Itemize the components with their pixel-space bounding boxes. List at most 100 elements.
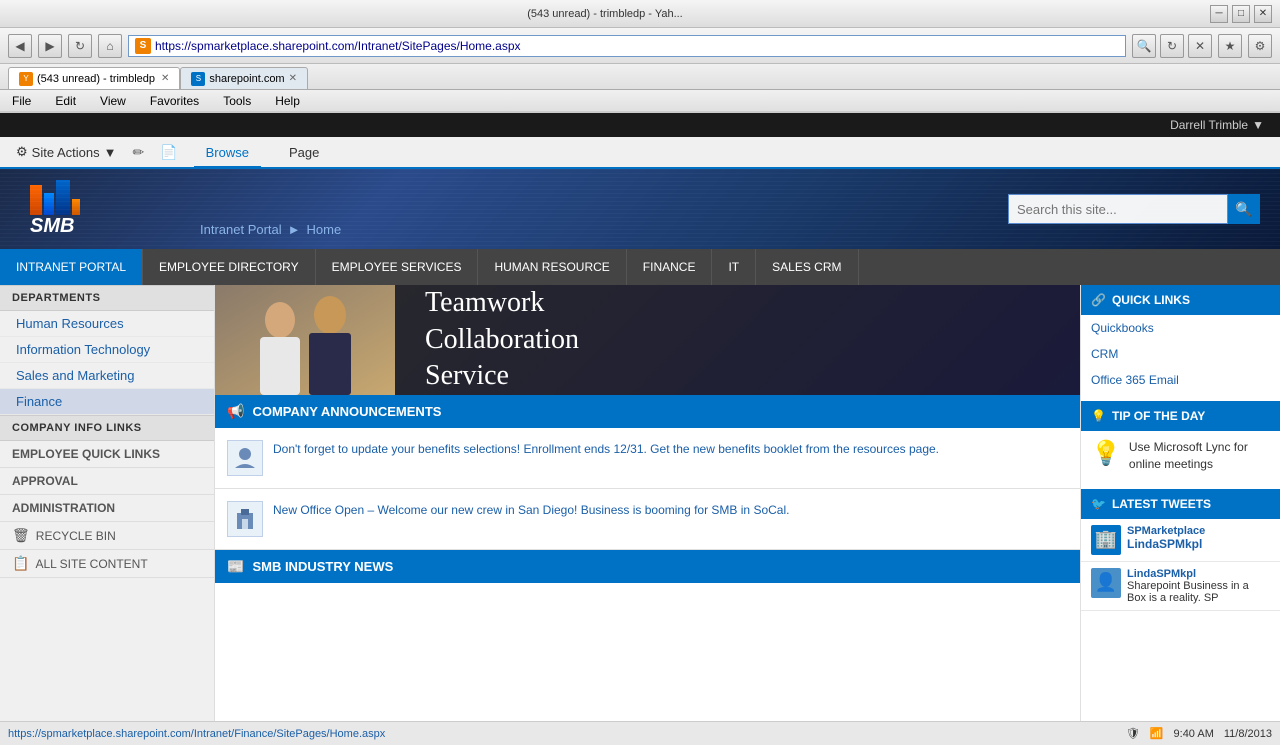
sp-right-panel: 🔗 QUICK LINKS Quickbooks CRM Office 365 … (1080, 285, 1280, 721)
sidebar-human-resources[interactable]: Human Resources (0, 311, 214, 337)
announcement-item-2: New Office Open – Welcome our new crew i… (215, 489, 1080, 550)
tip-text: Use Microsoft Lync for online meetings (1129, 439, 1270, 473)
close-button[interactable]: ✕ (1254, 5, 1272, 23)
tweet-account-2: LindaSPMkpl (1127, 568, 1270, 580)
tip-icon: 💡 (1091, 409, 1106, 423)
employee-quick-links-item[interactable]: EMPLOYEE QUICK LINKS (0, 441, 214, 468)
tweets-icon: 🐦 (1091, 497, 1106, 511)
tweets-label: LATEST TWEETS (1112, 497, 1211, 511)
announcement-icon-1 (227, 440, 263, 476)
building-icon (233, 507, 257, 531)
browser-tab-yahoo[interactable]: Y (543 unread) - trimbledp - Yah... ✕ (8, 67, 180, 89)
menu-view[interactable]: View (96, 92, 130, 110)
hero-banner: Teamwork Collaboration Service (215, 285, 1080, 395)
tweet-item-2: 👤 LindaSPMkpl Sharepoint Business in a B… (1081, 562, 1280, 611)
crm-link[interactable]: CRM (1081, 341, 1280, 367)
favorites-star[interactable]: ★ (1218, 34, 1242, 58)
all-site-content-label: ALL SITE CONTENT (35, 557, 147, 571)
quickbooks-link[interactable]: Quickbooks (1081, 315, 1280, 341)
tab-close-yahoo[interactable]: ✕ (161, 73, 169, 84)
announcements-icon: 📢 (227, 403, 244, 420)
administration-item[interactable]: ADMINISTRATION (0, 495, 214, 522)
breadcrumb: Intranet Portal ► Home (200, 222, 341, 237)
nav-item-intranet-portal[interactable]: INTRANET PORTAL (0, 249, 143, 285)
nav-item-it[interactable]: IT (712, 249, 756, 285)
tools-icon[interactable]: ⚙ (1248, 34, 1272, 58)
nav-item-finance[interactable]: FINANCE (627, 249, 713, 285)
restore-button[interactable]: □ (1232, 5, 1250, 23)
sp-header: SMB Intranet Portal ► Home 🔍 (0, 169, 1280, 249)
tweets-header: 🐦 LATEST TWEETS (1081, 489, 1280, 519)
ribbon-browse[interactable]: Browse (194, 139, 261, 168)
tweet-content-2: LindaSPMkpl Sharepoint Business in a Box… (1127, 568, 1270, 604)
all-site-content-item[interactable]: 📋 ALL SITE CONTENT (0, 550, 214, 578)
browser-nav-bar: ◀ ▶ ↻ ⌂ S https://spmarketplace.sharepoi… (0, 28, 1280, 64)
recycle-bin-item[interactable]: 🗑 RECYCLE BIN (0, 522, 214, 550)
user-dropdown-arrow[interactable]: ▼ (1252, 118, 1264, 132)
site-actions-arrow: ▼ (104, 145, 117, 160)
hero-image (215, 285, 395, 395)
announcement-text-1: Don't forget to update your benefits sel… (273, 440, 939, 458)
menu-tools[interactable]: Tools (219, 92, 255, 110)
news-icon: 📰 (227, 558, 244, 575)
announcement-text-2: New Office Open – Welcome our new crew i… (273, 501, 789, 519)
search-icon[interactable]: 🔍 (1132, 34, 1156, 58)
date-display: 11/8/2013 (1224, 728, 1272, 740)
menu-edit[interactable]: Edit (51, 92, 80, 110)
announcements-label: COMPANY ANNOUNCEMENTS (252, 404, 441, 419)
tweet-item-1: 🏢 SPMarketplace LindaSPMkpl (1081, 519, 1280, 562)
home-button[interactable]: ⌂ (98, 34, 122, 58)
sharepoint-container: Darrell Trimble ▼ ⚙ Site Actions ▼ ✏ 📄 B… (0, 113, 1280, 721)
status-right: 🛡 📶 9:40 AM 11/8/2013 (1126, 727, 1272, 740)
site-actions-icon: ⚙ (16, 144, 28, 160)
site-actions-button[interactable]: ⚙ Site Actions ▼ (16, 144, 116, 160)
nav-item-human-resource[interactable]: HUMAN RESOURCE (478, 249, 626, 285)
edit-icon[interactable]: ✏ (132, 144, 144, 161)
menu-favorites[interactable]: Favorites (146, 92, 203, 110)
breadcrumb-current: Home (307, 222, 342, 237)
breadcrumb-separator: ► (288, 222, 301, 237)
minimize-button[interactable]: ─ (1210, 5, 1228, 23)
hero-title: Teamwork Collaboration Service (425, 285, 579, 394)
forward-button[interactable]: ▶ (38, 34, 62, 58)
menu-help[interactable]: Help (271, 92, 304, 110)
tab-close-sp[interactable]: ✕ (289, 73, 297, 84)
nav-item-employee-directory[interactable]: EMPLOYEE DIRECTORY (143, 249, 316, 285)
company-info-header: COMPANY INFO LINKS (0, 415, 214, 441)
sp-nav: INTRANET PORTAL EMPLOYEE DIRECTORY EMPLO… (0, 249, 1280, 285)
menu-file[interactable]: File (8, 92, 35, 110)
sp-top-bar: Darrell Trimble ▼ (0, 113, 1280, 137)
sp-logo: SMB (20, 179, 90, 239)
back-button[interactable]: ◀ (8, 34, 32, 58)
smb-logo-text: SMB (30, 215, 80, 238)
tip-box: 💡 Use Microsoft Lync for online meetings (1081, 431, 1280, 481)
nav-item-employee-services[interactable]: EMPLOYEE SERVICES (316, 249, 479, 285)
sidebar-information-technology[interactable]: Information Technology (0, 337, 214, 363)
tabs-bar: Y (543 unread) - trimbledp - Yah... ✕ S … (0, 64, 1280, 90)
search-input[interactable] (1008, 194, 1228, 224)
all-site-content-icon: 📋 (12, 555, 29, 572)
refresh-icon[interactable]: ↻ (1160, 34, 1184, 58)
announcements-header: 📢 COMPANY ANNOUNCEMENTS (215, 395, 1080, 428)
office365-link[interactable]: Office 365 Email (1081, 367, 1280, 393)
tab-favicon-sp: S (191, 72, 205, 86)
hero-line2: Collaboration (425, 322, 579, 358)
search-button[interactable]: 🔍 (1228, 194, 1260, 224)
breadcrumb-portal-link[interactable]: Intranet Portal (200, 222, 282, 237)
approval-item[interactable]: APPROVAL (0, 468, 214, 495)
sidebar-finance[interactable]: Finance (0, 389, 214, 415)
nav-item-sales-crm[interactable]: SALES CRM (756, 249, 858, 285)
title-bar-controls: ─ □ ✕ (1210, 5, 1272, 23)
shield-icon: 🛡 (1126, 727, 1140, 740)
sp-main: DEPARTMENTS Human Resources Information … (0, 285, 1280, 721)
nav-icons: 🔍 ↻ ✕ (1132, 34, 1212, 58)
ribbon-page[interactable]: Page (277, 139, 331, 168)
address-bar[interactable]: S https://spmarketplace.sharepoint.com/I… (128, 35, 1126, 57)
refresh-button[interactable]: ↻ (68, 34, 92, 58)
recycle-bin-icon: 🗑 (12, 527, 30, 544)
browser-tab-sharepoint[interactable]: S sharepoint.com ✕ (180, 67, 308, 89)
sidebar-sales-marketing[interactable]: Sales and Marketing (0, 363, 214, 389)
stop-icon[interactable]: ✕ (1188, 34, 1212, 58)
building-1 (30, 185, 42, 215)
browse-icon[interactable]: 📄 (160, 144, 177, 161)
